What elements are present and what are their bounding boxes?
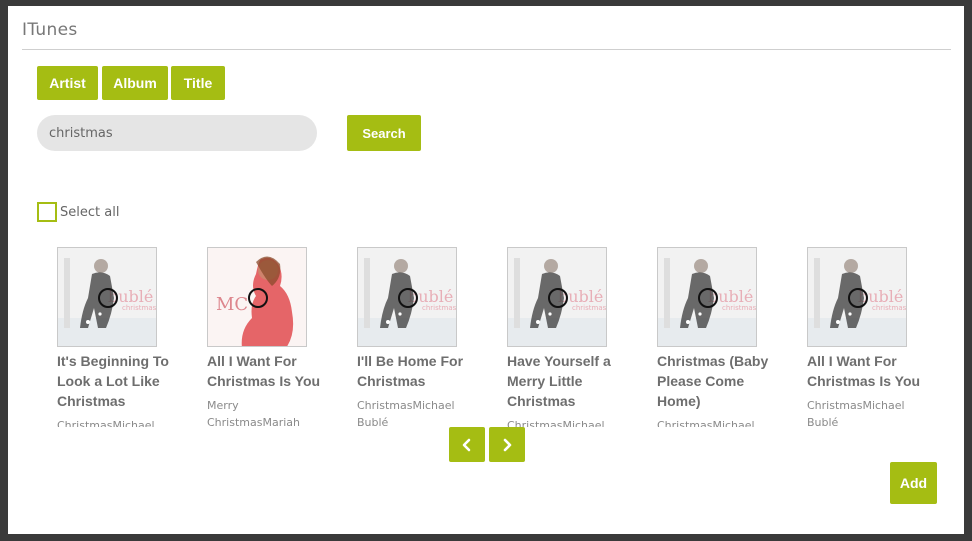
next-page-button[interactable]: [489, 427, 525, 462]
svg-text:christmas: christmas: [722, 304, 757, 312]
album-cover[interactable]: bublé christmas: [57, 247, 157, 347]
album-cover[interactable]: bublé christmas: [507, 247, 607, 347]
play-preview-icon[interactable]: [98, 288, 118, 308]
filter-title-button[interactable]: Title: [171, 66, 225, 100]
previous-page-button[interactable]: [449, 427, 485, 462]
track-card[interactable]: bublé christmas Christmas (Baby Please Co…: [657, 247, 777, 427]
search-input[interactable]: [37, 115, 317, 151]
add-button[interactable]: Add: [890, 462, 937, 504]
track-album-artist: ChristmasMichael Bublé: [507, 419, 605, 427]
track-title: Have Yourself a Merry Little Christmas: [507, 353, 611, 409]
search-button[interactable]: Search: [347, 115, 421, 151]
play-preview-icon[interactable]: [848, 288, 868, 308]
track-album-artist: ChristmasMichael Bublé: [807, 399, 905, 427]
album-cover[interactable]: bublé christmas: [657, 247, 757, 347]
track-card[interactable]: bublé christmas It's Beginning To Look a …: [57, 247, 177, 427]
modal-title: ITunes: [22, 20, 78, 40]
svg-text:christmas: christmas: [122, 304, 157, 312]
album-cover[interactable]: bublé christmas: [357, 247, 457, 347]
track-album-artist: ChristmasMichael Bublé: [357, 399, 455, 427]
track-title: Christmas (Baby Please Come Home): [657, 353, 769, 409]
filter-album-button[interactable]: Album: [102, 66, 168, 100]
play-preview-icon[interactable]: [698, 288, 718, 308]
select-all-checkbox[interactable]: [37, 202, 57, 222]
svg-text:christmas: christmas: [872, 304, 907, 312]
title-divider: [22, 49, 951, 50]
track-album-artist: Merry ChristmasMariah Carey: [207, 399, 300, 427]
play-preview-icon[interactable]: [398, 288, 418, 308]
album-cover[interactable]: MC: [207, 247, 307, 347]
chevron-right-icon: [503, 438, 512, 451]
chevron-left-icon: [462, 438, 471, 451]
svg-text:christmas: christmas: [422, 304, 457, 312]
track-card[interactable]: bublé christmas All I Want For Christmas …: [807, 247, 927, 427]
select-all[interactable]: Select all: [37, 202, 119, 222]
track-card[interactable]: MC All I Want For Christmas Is You Merry…: [207, 247, 327, 427]
track-album-artist: ChristmasMichael Bublé: [657, 419, 755, 427]
track-results: bublé christmas It's Beginning To Look a …: [57, 247, 937, 427]
itunes-modal: ITunes Artist Album Title Search Select …: [8, 6, 964, 534]
track-album-artist: ChristmasMichael Bublé: [57, 419, 155, 427]
svg-text:christmas: christmas: [572, 304, 607, 312]
filter-artist-button[interactable]: Artist: [37, 66, 98, 100]
track-title: All I Want For Christmas Is You: [207, 353, 321, 389]
track-title: All I Want For Christmas Is You: [807, 353, 921, 389]
track-title: It's Beginning To Look a Lot Like Christ…: [57, 353, 169, 409]
svg-text:MC: MC: [216, 294, 248, 315]
select-all-label: Select all: [60, 204, 120, 220]
play-preview-icon[interactable]: [248, 288, 268, 308]
play-preview-icon[interactable]: [548, 288, 568, 308]
album-cover[interactable]: bublé christmas: [807, 247, 907, 347]
track-title: I'll Be Home For Christmas: [357, 353, 464, 389]
track-card[interactable]: bublé christmas Have Yourself a Merry Lit…: [507, 247, 627, 427]
track-card[interactable]: bublé christmas I'll Be Home For Christma…: [357, 247, 477, 427]
